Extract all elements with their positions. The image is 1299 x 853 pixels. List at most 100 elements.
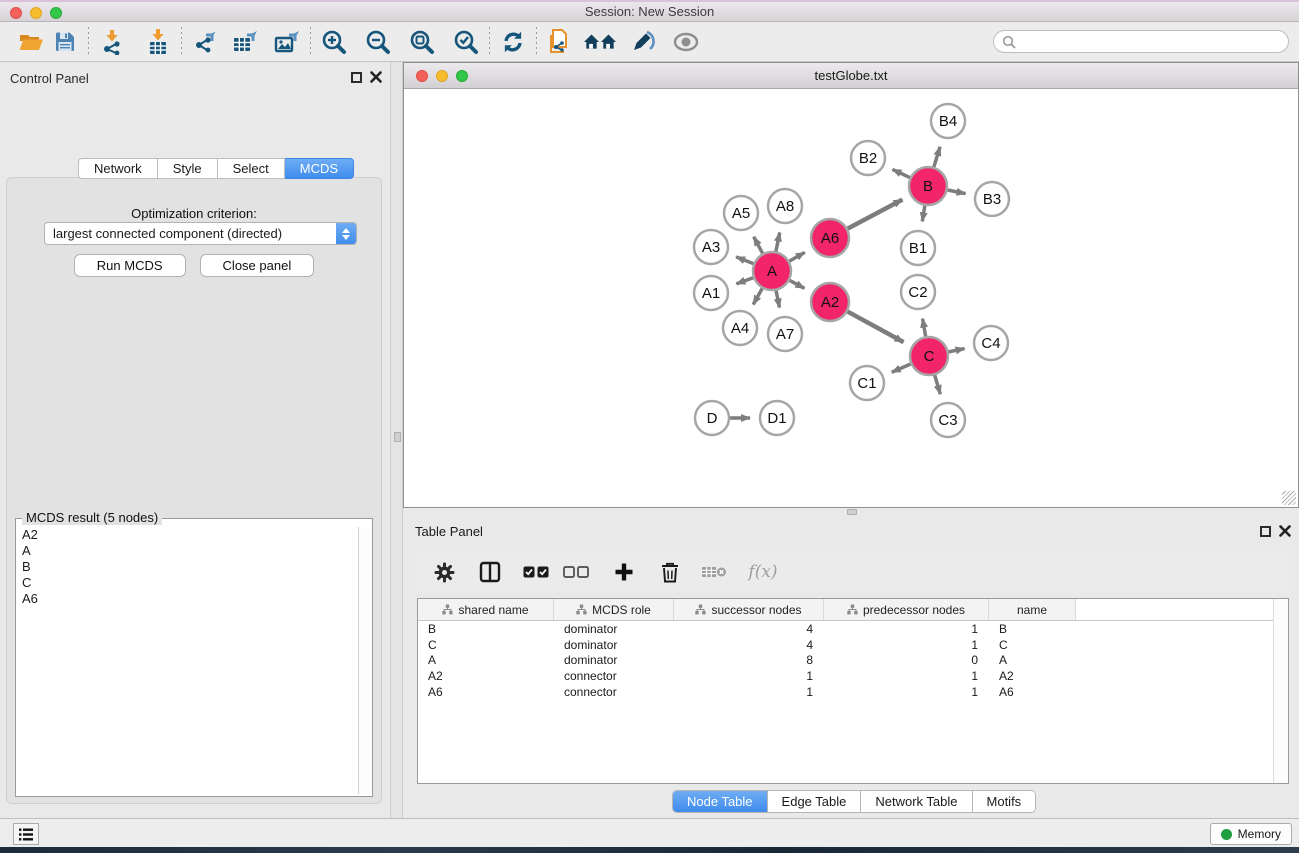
graph-edge[interactable] (892, 169, 909, 177)
zoom-network-button[interactable] (456, 70, 468, 82)
table-row[interactable]: A2connector11A2 (418, 668, 1288, 684)
table-cell[interactable]: A6 (989, 684, 1076, 700)
graph-edge[interactable] (892, 364, 911, 372)
table-body[interactable]: Bdominator41BCdominator41CAdominator80AA… (418, 621, 1288, 699)
run-mcds-button[interactable]: Run MCDS (74, 254, 186, 277)
table-cell[interactable]: A2 (989, 668, 1076, 684)
close-window-button[interactable] (10, 7, 22, 19)
delete-table-button[interactable] (701, 558, 727, 586)
tab-style[interactable]: Style (158, 158, 218, 179)
divider-handle[interactable] (847, 509, 857, 515)
table-cell[interactable]: A6 (418, 684, 554, 700)
close-panel-icon[interactable] (370, 71, 382, 83)
graph-edge[interactable] (754, 237, 763, 254)
zoom-selected-button[interactable] (449, 26, 483, 58)
table-cell[interactable]: C (989, 637, 1076, 653)
close-network-button[interactable] (416, 70, 428, 82)
table-cell[interactable]: connector (554, 684, 674, 700)
table-cell[interactable]: B (418, 621, 554, 637)
minimize-network-button[interactable] (436, 70, 448, 82)
resize-grip-icon[interactable] (1282, 491, 1296, 505)
show-graphics-details-button[interactable] (669, 26, 703, 58)
cybrowser-home-button[interactable] (583, 26, 617, 58)
table-cell[interactable]: connector (554, 668, 674, 684)
table-scrollbar[interactable] (1273, 599, 1288, 783)
node-table[interactable]: shared name MCDS role successor nodes pr… (417, 598, 1289, 784)
table-cell[interactable]: 1 (824, 621, 989, 637)
open-session-button[interactable] (14, 26, 48, 58)
table-cell[interactable]: 1 (674, 684, 824, 700)
table-cell[interactable]: 1 (824, 668, 989, 684)
graph-edge[interactable] (789, 252, 804, 261)
close-panel-icon[interactable] (1279, 525, 1291, 537)
graph-edge[interactable] (736, 257, 753, 264)
table-cell[interactable]: B (989, 621, 1076, 637)
float-panel-icon[interactable] (1260, 526, 1271, 537)
column-header-mcds-role[interactable]: MCDS role (554, 599, 674, 620)
table-cell[interactable]: 4 (674, 637, 824, 653)
show-panels-button[interactable] (13, 823, 39, 845)
table-cell[interactable]: 1 (824, 684, 989, 700)
save-session-button[interactable] (48, 26, 82, 58)
table-row[interactable]: A6connector11A6 (418, 684, 1288, 700)
table-cell[interactable]: 4 (674, 621, 824, 637)
graph-edge[interactable] (935, 375, 941, 394)
graph-edge[interactable] (753, 288, 762, 304)
network-window-titlebar[interactable]: testGlobe.txt (404, 63, 1298, 89)
table-cell[interactable]: 1 (674, 668, 824, 684)
minimize-window-button[interactable] (30, 7, 42, 19)
import-table-button[interactable] (141, 26, 175, 58)
graph-edge[interactable] (934, 147, 940, 167)
table-cell[interactable]: dominator (554, 637, 674, 653)
divider-handle[interactable] (394, 432, 401, 442)
graph-edge[interactable] (923, 319, 926, 337)
criterion-dropdown[interactable]: largest connected component (directed) (44, 222, 357, 245)
search-input[interactable] (1016, 35, 1280, 49)
table-cell[interactable]: dominator (554, 652, 674, 668)
hide-annotations-button[interactable] (625, 26, 659, 58)
table-cell[interactable]: 1 (824, 637, 989, 653)
column-header-name[interactable]: name (989, 599, 1076, 620)
column-header-shared-name[interactable]: shared name (418, 599, 554, 620)
table-cell[interactable]: 0 (824, 652, 989, 668)
apply-layout-button[interactable] (496, 26, 530, 58)
column-header-predecessor-nodes[interactable]: predecessor nodes (824, 599, 989, 620)
table-cell[interactable]: A (989, 652, 1076, 668)
tab-motifs[interactable]: Motifs (973, 791, 1036, 812)
close-panel-button[interactable]: Close panel (200, 254, 315, 277)
result-item[interactable]: A6 (18, 591, 356, 607)
graph-edge[interactable] (736, 278, 753, 284)
memory-button[interactable]: Memory (1210, 823, 1292, 845)
network-canvas[interactable]: AA1A2A3A4A5A6A7A8BB1B2B3B4CC1C2C3C4DD1 (404, 89, 1298, 507)
graph-edge[interactable] (848, 200, 903, 229)
horizontal-split-divider[interactable] (403, 508, 1299, 516)
result-item[interactable]: C (18, 575, 356, 591)
graph-edge[interactable] (776, 232, 780, 251)
zoom-in-button[interactable] (317, 26, 351, 58)
zoom-fit-button[interactable] (405, 26, 439, 58)
graph-edge[interactable] (776, 291, 780, 308)
graph-edge[interactable] (922, 206, 925, 222)
vertical-split-divider[interactable] (390, 62, 403, 818)
tab-node-table[interactable]: Node Table (673, 791, 768, 812)
graph-edge[interactable] (949, 349, 965, 352)
table-row[interactable]: Bdominator41B (418, 621, 1288, 637)
float-panel-icon[interactable] (351, 72, 362, 83)
split-table-button[interactable] (477, 558, 503, 586)
tab-edge-table[interactable]: Edge Table (768, 791, 862, 812)
delete-column-button[interactable] (657, 558, 683, 586)
tab-network-table[interactable]: Network Table (861, 791, 972, 812)
column-settings-button[interactable] (431, 558, 457, 586)
graph-edge[interactable] (848, 312, 904, 343)
search-field[interactable] (993, 30, 1289, 53)
table-row[interactable]: Adominator80A (418, 652, 1288, 668)
export-image-button[interactable] (270, 26, 304, 58)
table-cell[interactable]: 8 (674, 652, 824, 668)
zoom-out-button[interactable] (361, 26, 395, 58)
network-graph[interactable]: AA1A2A3A4A5A6A7A8BB1B2B3B4CC1C2C3C4DD1 (404, 89, 1298, 507)
table-cell[interactable]: A (418, 652, 554, 668)
zoom-window-button[interactable] (50, 7, 62, 19)
tab-select[interactable]: Select (218, 158, 285, 179)
export-table-button[interactable] (228, 26, 262, 58)
tab-network[interactable]: Network (78, 158, 158, 179)
